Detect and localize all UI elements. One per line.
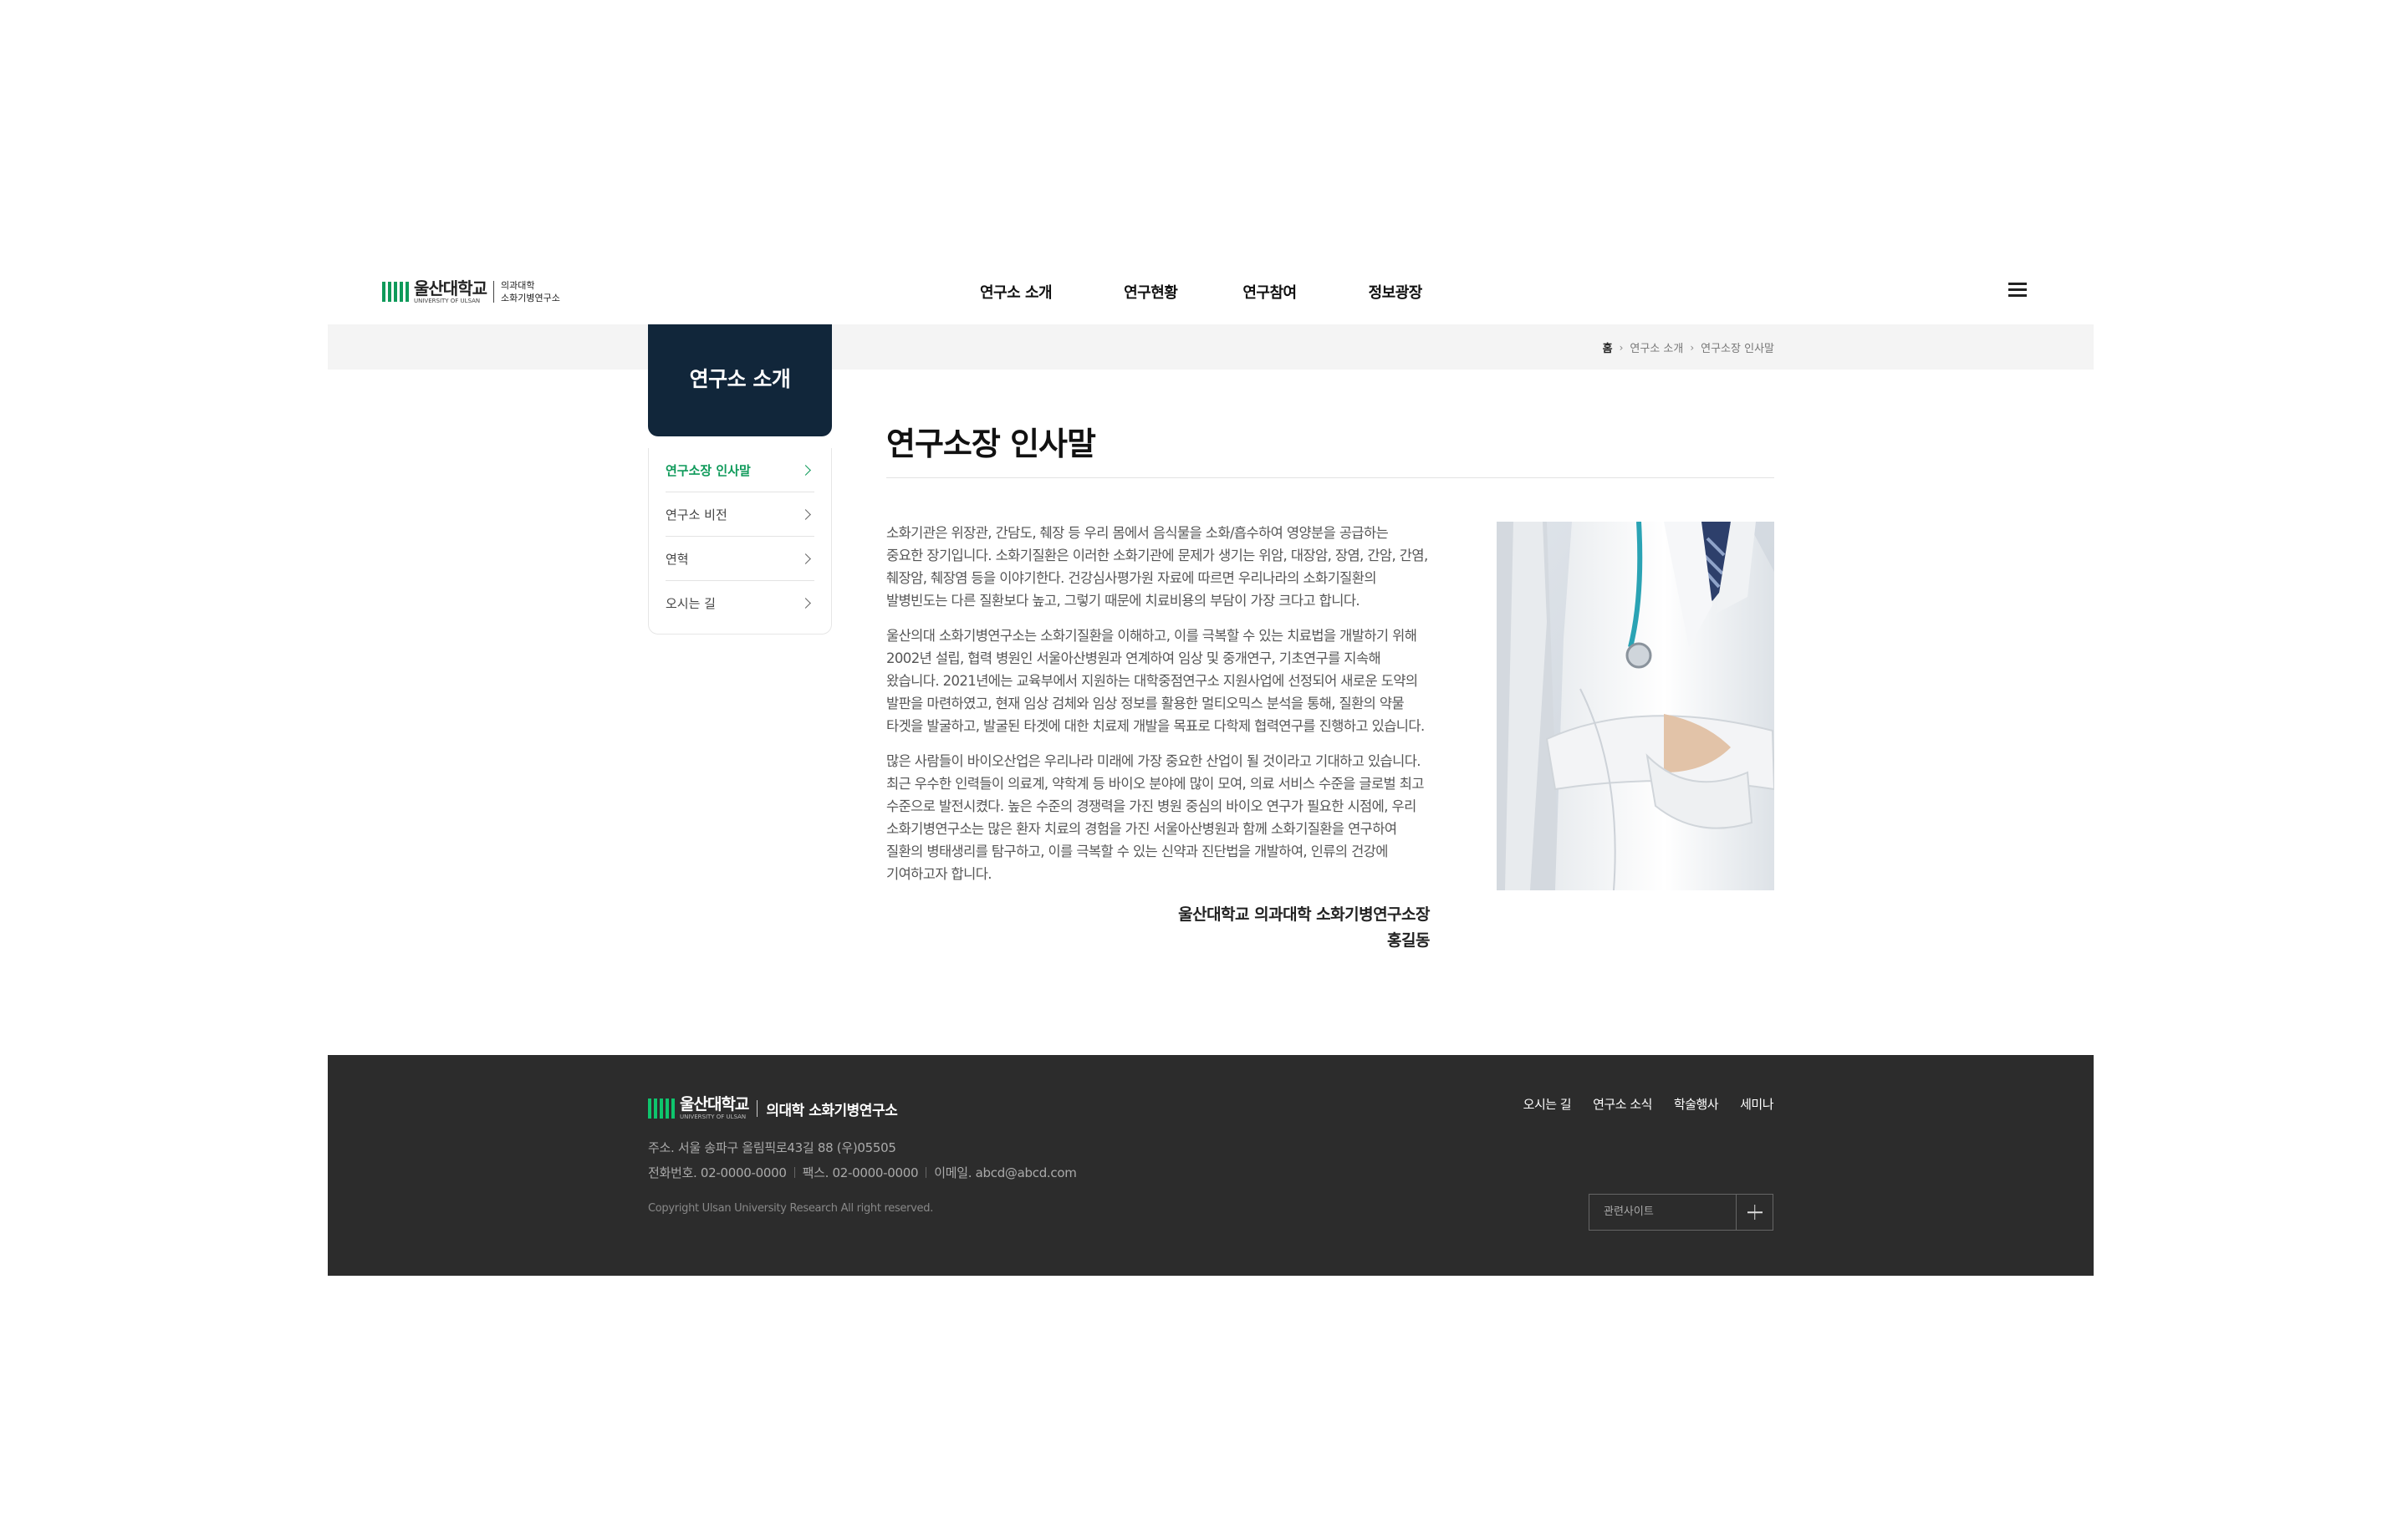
- page-title: 연구소장 인사말: [886, 418, 1774, 478]
- breadcrumb-current[interactable]: 연구소장 인사말: [1701, 339, 1774, 355]
- logo-mark-icon: [382, 282, 409, 302]
- sidebar-item-label: 연구소 비전: [666, 507, 727, 522]
- sidebar-item-greeting[interactable]: 연구소장 인사말: [666, 448, 814, 492]
- sidebar-item-vision[interactable]: 연구소 비전: [666, 492, 814, 537]
- signature: 울산대학교 의과대학 소화기병연구소장 홍길동: [886, 902, 1430, 954]
- doctor-photo: [1497, 522, 1774, 890]
- sub-visual-band: 홈 › 연구소 소개 › 연구소장 인사말: [328, 324, 2094, 370]
- footer-logo-university-sub: UNIVERSITY OF ULSAN: [680, 1114, 747, 1120]
- chevron-right-icon: [800, 508, 811, 520]
- related-sites-select[interactable]: 관련사이트: [1589, 1194, 1773, 1231]
- chevron-right-icon: [800, 553, 811, 564]
- footer-logo-university-name: 울산대학교: [680, 1095, 749, 1114]
- plus-icon[interactable]: [1736, 1195, 1773, 1230]
- breadcrumb-level1[interactable]: 연구소 소개: [1630, 339, 1683, 355]
- sidebar-item-directions[interactable]: 오시는 길: [666, 581, 814, 625]
- logo-university-name: 울산대학교: [414, 278, 487, 298]
- chevron-right-icon: ›: [1690, 341, 1695, 354]
- related-sites-label: 관련사이트: [1604, 1206, 1654, 1218]
- main-content: 연구소장 인사말 소화기관은 위장관, 간담도, 췌장 등 우리 몸에서 음식물…: [886, 418, 1774, 954]
- greeting-paragraph: 울산의대 소화기병연구소는 소화기질환을 이해하고, 이를 극복할 수 있는 치…: [886, 628, 1425, 734]
- chevron-right-icon: ›: [1619, 341, 1624, 354]
- footer-link-seminar[interactable]: 세미나: [1740, 1095, 1773, 1113]
- footer-fax: 팩스. 02-0000-0000: [802, 1165, 919, 1180]
- logo-divider: [493, 281, 494, 303]
- footer-copyright: Copyright Ulsan University Research All …: [648, 1202, 934, 1215]
- logo-college: 의과대학: [501, 280, 535, 291]
- footer-phone: 전화번호. 02-0000-0000: [648, 1165, 787, 1180]
- greeting-paragraph: 많은 사람들이 바이오산업은 우리나라 미래에 가장 중요한 산업이 될 것이라…: [886, 753, 1425, 882]
- footer-link-directions[interactable]: 오시는 길: [1523, 1095, 1572, 1113]
- sidebar-item-label: 오시는 길: [666, 596, 716, 611]
- site-logo[interactable]: 울산대학교 UNIVERSITY OF ULSAN 의과대학 소화기병연구소: [382, 276, 560, 308]
- footer-institute-name: 의대학 소화기병연구소: [766, 1102, 898, 1119]
- logo-university-sub: UNIVERSITY OF ULSAN: [414, 297, 481, 304]
- breadcrumb: 홈 › 연구소 소개 › 연구소장 인사말: [1603, 339, 1774, 356]
- sidebar-item-label: 연혁: [666, 551, 689, 567]
- nav-item-research-participation[interactable]: 연구참여: [1242, 281, 1297, 303]
- greeting-text: 소화기관은 위장관, 간담도, 췌장 등 우리 몸에서 음식물을 소화/흡수하여…: [886, 522, 1431, 954]
- logo-institute: 소화기병연구소: [501, 293, 560, 303]
- footer-logo: 울산대학교 UNIVERSITY OF ULSAN 의대학 소화기병연구소: [648, 1095, 898, 1120]
- nav-item-research-status[interactable]: 연구현황: [1124, 281, 1178, 303]
- nav-item-about[interactable]: 연구소 소개: [980, 281, 1053, 303]
- footer-links: 오시는 길 연구소 소식 학술행사 세미나: [1502, 1095, 1774, 1113]
- footer-logo-divider: [757, 1100, 758, 1117]
- chevron-right-icon: [800, 598, 811, 609]
- nav-item-info-plaza[interactable]: 정보광장: [1369, 281, 1423, 303]
- greeting-paragraph: 소화기관은 위장관, 간담도, 췌장 등 우리 몸에서 음식물을 소화/흡수하여…: [886, 525, 1428, 609]
- footer-link-news[interactable]: 연구소 소식: [1593, 1095, 1652, 1113]
- sidebar-item-history[interactable]: 연혁: [666, 537, 814, 581]
- hamburger-icon[interactable]: [2008, 283, 2027, 298]
- footer-contact-info: 주소. 서울 송파구 올림픽로43길 88 (우)05505 전화번호. 02-…: [648, 1135, 1077, 1185]
- divider: [793, 1167, 795, 1178]
- footer-address: 주소. 서울 송파구 올림픽로43길 88 (우)05505: [648, 1140, 896, 1155]
- sidebar-item-label: 연구소장 인사말: [666, 462, 751, 478]
- signature-name: 홍길동: [1387, 931, 1430, 950]
- breadcrumb-home[interactable]: 홈: [1603, 339, 1613, 355]
- sidebar-title: 연구소 소개: [648, 324, 832, 436]
- chevron-right-icon: [800, 464, 811, 476]
- site-footer: 울산대학교 UNIVERSITY OF ULSAN 의대학 소화기병연구소 주소…: [328, 1055, 2094, 1276]
- main-nav: 연구소 소개 연구현황 연구참여 정보광장: [980, 281, 1494, 303]
- sidebar-menu: 연구소장 인사말 연구소 비전 연혁 오시는 길: [648, 448, 832, 635]
- logo-mark-icon: [648, 1098, 675, 1119]
- site-header: 울산대학교 UNIVERSITY OF ULSAN 의과대학 소화기병연구소 연…: [328, 261, 2094, 323]
- footer-email: 이메일. abcd@abcd.com: [934, 1165, 1077, 1180]
- footer-link-events[interactable]: 학술행사: [1674, 1095, 1719, 1113]
- signature-title: 울산대학교 의과대학 소화기병연구소장: [1178, 905, 1430, 924]
- sidebar: 연구소 소개 연구소장 인사말 연구소 비전 연혁 오시는 길: [648, 324, 832, 635]
